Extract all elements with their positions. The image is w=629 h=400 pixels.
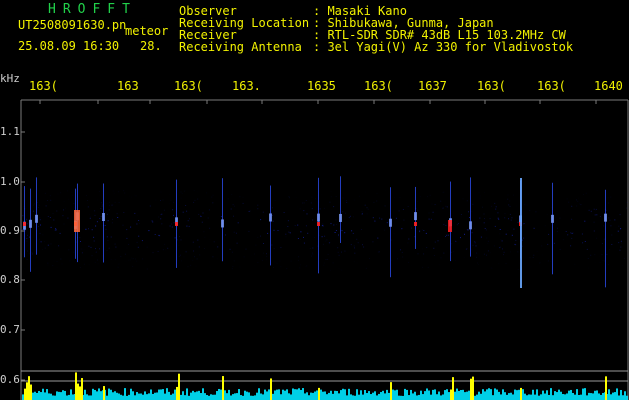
x-tick-marks (39, 100, 597, 104)
spectrum-trace (22, 372, 628, 400)
noise-band (22, 190, 628, 271)
waterfall-plot (20, 99, 629, 400)
meteor-echoes (23, 176, 607, 288)
